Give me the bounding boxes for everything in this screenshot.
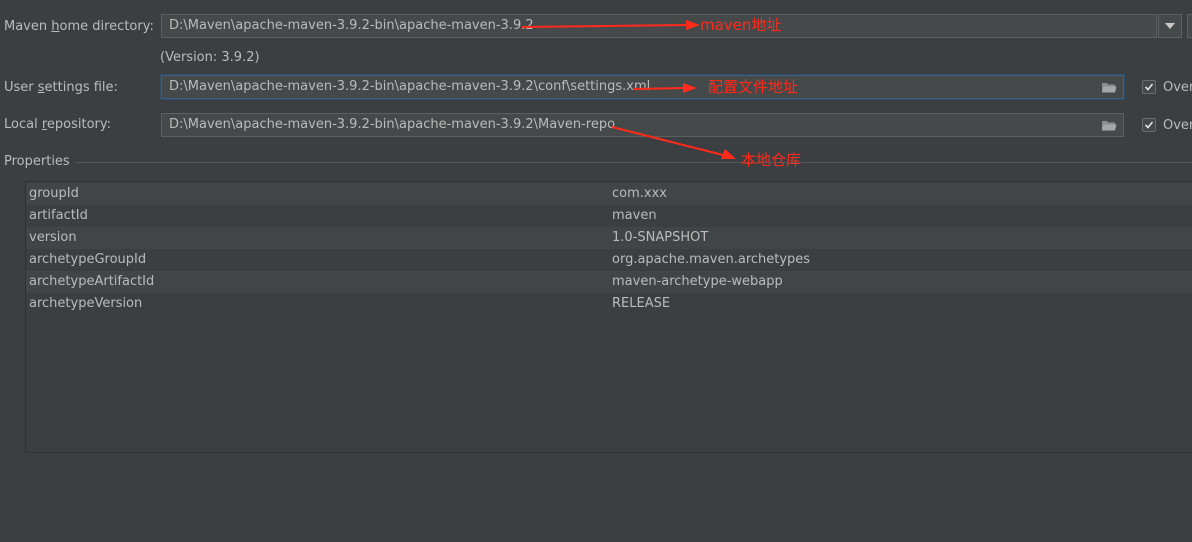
table-row[interactable]: archetypeGroupId org.apache.maven.archet…	[26, 249, 1192, 271]
maven-home-value: D:\Maven\apache-maven-3.9.2-bin\apache-m…	[169, 18, 534, 33]
maven-home-label: Maven home directory:	[4, 18, 154, 36]
maven-home-browse-button[interactable]	[1187, 14, 1192, 38]
property-key: artifactId	[29, 208, 88, 223]
folder-icon[interactable]	[1101, 81, 1117, 94]
annotation-local-repo: 本地仓库	[741, 151, 802, 169]
property-key: version	[29, 230, 77, 245]
properties-title: Properties	[4, 154, 70, 169]
maven-version-text: (Version: 3.9.2)	[160, 50, 260, 65]
property-value: maven	[612, 208, 657, 223]
user-settings-label-pre: User	[4, 80, 38, 95]
property-value: 1.0-SNAPSHOT	[612, 230, 709, 245]
user-settings-override-label: Over	[1163, 80, 1192, 95]
properties-table[interactable]: groupId com.xxx artifactId maven version…	[25, 181, 1192, 453]
table-row[interactable]: archetypeArtifactId maven-archetype-weba…	[26, 271, 1192, 293]
local-repo-label: Local repository:	[4, 116, 111, 134]
folder-icon[interactable]	[1101, 119, 1117, 132]
user-settings-label-mnemonic: s	[37, 80, 45, 95]
user-settings-label-post: ettings file:	[44, 80, 118, 95]
local-repo-input[interactable]: D:\Maven\apache-maven-3.9.2-bin\apache-m…	[161, 113, 1124, 137]
property-value: com.xxx	[612, 186, 667, 201]
property-key: archetypeArtifactId	[29, 274, 155, 289]
annotation-maven-address: maven地址	[700, 16, 782, 34]
arrowhead-local-repo	[721, 149, 736, 159]
local-repo-override-checkbox[interactable]	[1142, 118, 1156, 132]
local-repo-value: D:\Maven\apache-maven-3.9.2-bin\apache-m…	[169, 117, 616, 132]
local-repo-label-pre: Local	[4, 117, 42, 132]
maven-home-label-pre: Maven	[4, 19, 52, 34]
properties-separator	[75, 162, 1192, 163]
maven-home-label-mnemonic: h	[51, 19, 60, 34]
user-settings-label: User settings file:	[4, 79, 118, 97]
chevron-down-icon	[1165, 23, 1175, 29]
property-value: org.apache.maven.archetypes	[612, 252, 811, 267]
property-key: groupId	[29, 186, 79, 201]
user-settings-override-checkbox[interactable]	[1142, 80, 1156, 94]
property-key: archetypeGroupId	[29, 252, 147, 267]
maven-home-combo[interactable]: D:\Maven\apache-maven-3.9.2-bin\apache-m…	[161, 14, 1157, 38]
property-key: archetypeVersion	[29, 296, 143, 311]
table-row[interactable]: version 1.0-SNAPSHOT	[26, 227, 1192, 249]
local-repo-label-post: epository:	[46, 117, 112, 132]
user-settings-input[interactable]: D:\Maven\apache-maven-3.9.2-bin\apache-m…	[161, 75, 1124, 99]
user-settings-value: D:\Maven\apache-maven-3.9.2-bin\apache-m…	[169, 79, 651, 94]
maven-home-label-post: ome directory:	[59, 19, 154, 34]
local-repo-override-label: Over	[1163, 118, 1192, 133]
property-value: maven-archetype-webapp	[612, 274, 783, 289]
table-row[interactable]: archetypeVersion RELEASE	[26, 293, 1192, 315]
maven-home-dropdown-button[interactable]	[1158, 14, 1182, 38]
table-row[interactable]: groupId com.xxx	[26, 183, 1192, 205]
annotation-config-file: 配置文件地址	[708, 78, 799, 96]
checkmark-icon	[1144, 83, 1154, 91]
checkmark-icon	[1144, 121, 1154, 129]
table-row[interactable]: artifactId maven	[26, 205, 1192, 227]
property-value: RELEASE	[612, 296, 671, 311]
